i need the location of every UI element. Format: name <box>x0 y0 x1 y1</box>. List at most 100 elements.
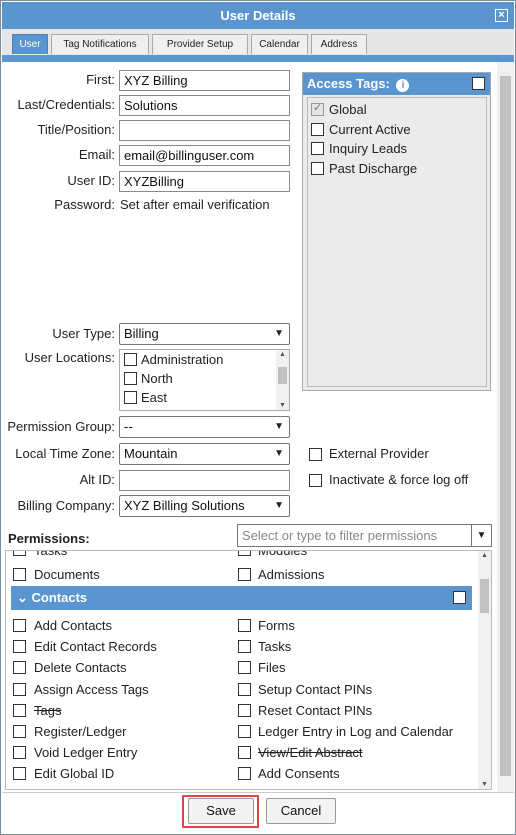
permission-label: Files <box>258 660 286 676</box>
permission-checkbox-admissions[interactable] <box>238 568 251 581</box>
permission-checkbox[interactable] <box>13 551 26 556</box>
permissions-list: Tasks Modules Documents Admissions ⌄ Con… <box>5 550 492 790</box>
permission-checkbox[interactable] <box>13 725 26 738</box>
location-label: East <box>141 390 168 405</box>
location-checkbox-east[interactable] <box>124 391 137 404</box>
permission-label: Edit Contact Records <box>34 639 157 655</box>
close-icon[interactable]: × <box>495 9 508 22</box>
permission-checkbox[interactable] <box>238 725 251 738</box>
user-locations-label: User Locations: <box>24 350 115 365</box>
permission-label: Forms <box>258 618 295 633</box>
permission-checkbox[interactable] <box>13 640 26 654</box>
location-checkbox-administration[interactable] <box>124 353 137 366</box>
scroll-thumb[interactable] <box>278 367 287 384</box>
dialog-titlebar: User Details × <box>2 2 514 29</box>
access-tag-checkbox-inquiry-leads[interactable] <box>311 142 324 155</box>
permission-checkbox[interactable] <box>238 619 251 632</box>
scroll-thumb[interactable] <box>500 76 511 776</box>
scroll-up-icon[interactable]: ▲ <box>478 552 491 559</box>
dialog-title: User Details <box>220 8 296 23</box>
last-name-input[interactable]: Solutions <box>119 95 290 116</box>
userid-input[interactable]: XYZBilling <box>119 171 290 192</box>
user-type-select[interactable]: Billing ▼ <box>119 323 290 345</box>
permissions-label: Permissions: <box>8 531 90 546</box>
billing-company-select[interactable]: XYZ Billing Solutions ▼ <box>119 495 290 517</box>
access-tag-label: Current Active <box>329 122 411 137</box>
permission-label: Documents <box>34 567 100 582</box>
access-tag-checkbox-past-discharge[interactable] <box>311 162 324 175</box>
permission-checkbox[interactable] <box>13 619 26 632</box>
permission-checkbox[interactable] <box>238 767 251 781</box>
permission-group-contacts[interactable]: ⌄ Contacts <box>11 586 472 610</box>
inactivate-checkbox[interactable] <box>309 474 322 487</box>
permission-checkbox[interactable] <box>238 746 251 760</box>
external-provider-checkbox[interactable] <box>309 448 322 461</box>
permissions-filter-placeholder: Select or type to filter permissions <box>242 528 438 543</box>
access-tags-select-all-checkbox[interactable] <box>472 77 485 90</box>
time-zone-value: Mountain <box>124 446 178 461</box>
tab-bar: User Tag Notifications Provider Setup Ca… <box>2 29 514 55</box>
scroll-thumb[interactable] <box>480 579 489 613</box>
user-locations-list[interactable]: Administration North East ▲ ▼ <box>119 349 290 411</box>
user-type-label: User Type: <box>52 326 115 341</box>
tab-address[interactable]: Address <box>311 34 367 54</box>
chevron-down-icon: ▼ <box>274 421 284 432</box>
permission-label: Add Contacts <box>34 618 113 633</box>
access-tag-label: Inquiry Leads <box>329 141 408 156</box>
permission-label: Ledger Entry in Log and Calendar <box>258 724 454 739</box>
user-type-value: Billing <box>124 326 159 341</box>
scroll-down-icon[interactable]: ▼ <box>276 402 289 409</box>
access-tag-checkbox-current-active[interactable] <box>311 123 324 136</box>
locations-scrollbar[interactable]: ▲ ▼ <box>276 350 289 410</box>
access-tags-header: Access Tags: i <box>303 73 490 95</box>
permission-label: Admissions <box>258 567 325 582</box>
billing-company-label: Billing Company: <box>17 498 115 513</box>
permission-group-select[interactable]: -- ▼ <box>119 416 290 438</box>
permission-label: View/Edit Abstract <box>258 745 363 761</box>
permission-checkbox[interactable] <box>13 682 26 696</box>
title-input[interactable] <box>119 120 290 141</box>
permission-checkbox[interactable] <box>238 551 251 556</box>
permission-group-value: -- <box>124 419 133 434</box>
location-label: North <box>141 371 173 386</box>
cancel-button[interactable]: Cancel <box>266 798 336 824</box>
info-icon[interactable]: i <box>396 79 410 92</box>
permission-checkbox[interactable] <box>238 661 251 675</box>
access-tag-checkbox-global[interactable] <box>311 101 324 116</box>
chevron-down-icon[interactable]: ▼ <box>471 525 491 546</box>
permission-checkbox[interactable] <box>238 682 251 696</box>
scroll-up-icon[interactable]: ▲ <box>276 351 289 358</box>
password-status: Set after email verification <box>120 197 270 212</box>
time-zone-label: Local Time Zone: <box>15 446 115 461</box>
save-highlight-box <box>182 795 259 828</box>
tab-calendar[interactable]: Calendar <box>251 34 308 54</box>
permission-checkbox[interactable] <box>13 746 26 760</box>
permission-checkbox[interactable] <box>238 703 251 717</box>
permission-checkbox[interactable] <box>13 703 26 717</box>
tab-provider-setup[interactable]: Provider Setup <box>152 34 248 54</box>
permissions-scrollbar[interactable]: ▲ ▼ <box>478 551 491 789</box>
access-tag-label: Past Discharge <box>329 161 418 176</box>
permission-checkbox[interactable] <box>238 640 251 654</box>
permission-checkbox-documents[interactable] <box>13 568 26 581</box>
chevron-down-icon: ▼ <box>274 328 284 339</box>
scroll-down-icon[interactable]: ▼ <box>478 781 491 788</box>
tab-underline <box>2 55 514 62</box>
alt-id-input[interactable] <box>119 470 290 491</box>
email-input[interactable]: email@billinguser.com <box>119 145 290 166</box>
permissions-filter-input[interactable]: Select or type to filter permissions ▼ <box>237 524 492 547</box>
time-zone-select[interactable]: Mountain ▼ <box>119 443 290 465</box>
access-tag-label: Global <box>329 102 367 117</box>
location-checkbox-north[interactable] <box>124 372 137 385</box>
location-label: Administration <box>141 352 224 367</box>
dialog-scrollbar[interactable] <box>497 62 514 792</box>
alt-id-label: Alt ID: <box>79 472 115 487</box>
permission-checkbox[interactable] <box>13 661 26 675</box>
contacts-select-all-checkbox[interactable] <box>453 591 466 604</box>
tab-user[interactable]: User <box>12 34 48 54</box>
tab-tag-notifications[interactable]: Tag Notifications <box>51 34 149 54</box>
first-name-input[interactable]: XYZ Billing <box>119 70 290 91</box>
permission-checkbox[interactable] <box>13 767 26 781</box>
user-details-dialog: User Details × User Tag Notifications Pr… <box>0 0 516 835</box>
access-tags-title: Access Tags: <box>307 76 390 91</box>
